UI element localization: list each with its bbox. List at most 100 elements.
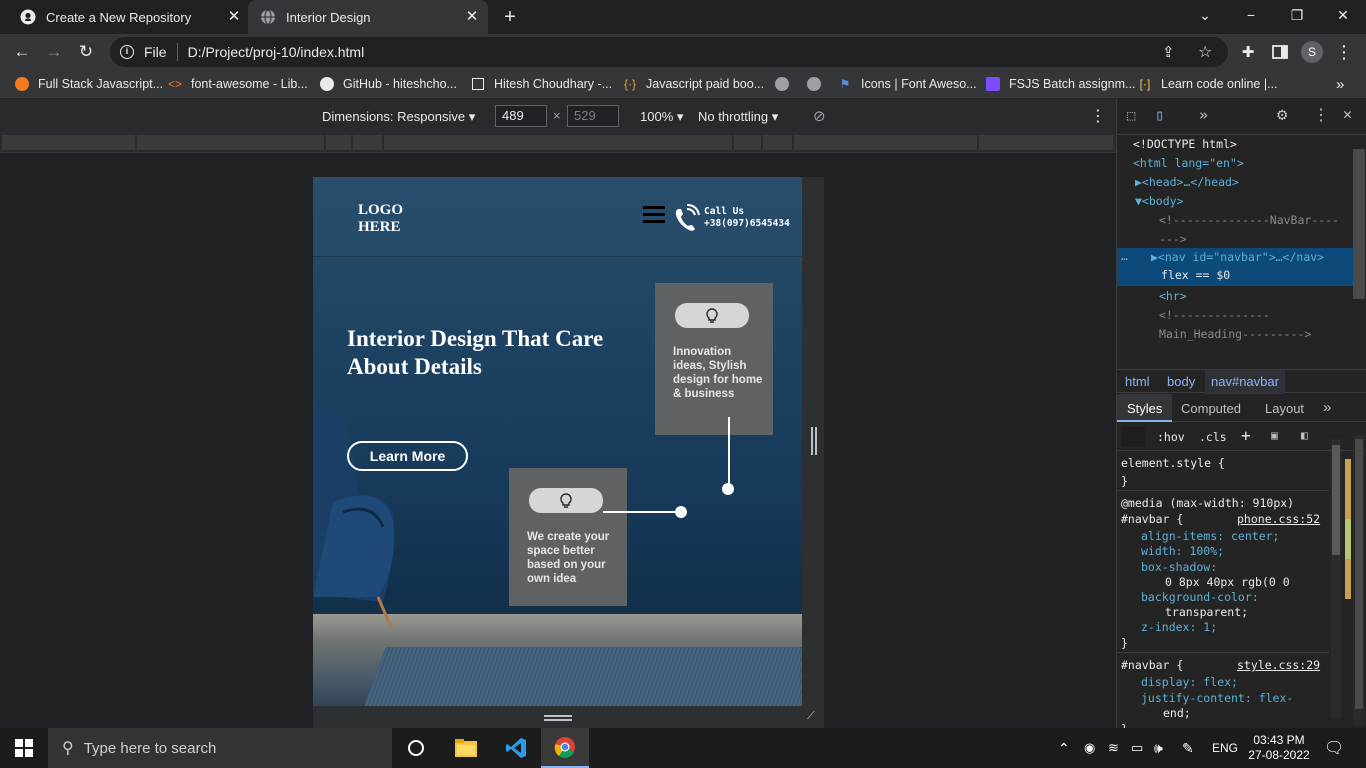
- breadcrumb-item[interactable]: nav#navbar: [1205, 370, 1285, 394]
- bookmark-item[interactable]: Hitesh Choudhary -...: [470, 75, 612, 93]
- file-explorer-icon[interactable]: [442, 728, 490, 768]
- tab-layout[interactable]: Layout: [1265, 401, 1304, 416]
- breadcrumb-item[interactable]: body: [1167, 374, 1195, 389]
- share-icon[interactable]: ⇪: [1162, 43, 1175, 61]
- device-menu-kebab-icon[interactable]: ⋮: [1090, 106, 1106, 126]
- vscode-icon[interactable]: [492, 728, 540, 768]
- menu-kebab-icon[interactable]: ⋮: [1330, 38, 1358, 66]
- dom-node[interactable]: <!DOCTYPE html>: [1133, 137, 1237, 151]
- clock[interactable]: 03:43 PM 27-08-2022: [1248, 728, 1310, 768]
- styles-scrollbar[interactable]: [1331, 439, 1341, 719]
- call-us-block[interactable]: Call Us +38(097)6545434: [704, 206, 790, 230]
- tab-styles[interactable]: Styles: [1117, 394, 1173, 422]
- close-tab-icon[interactable]: ✕: [226, 9, 242, 25]
- notifications-icon[interactable]: 🗨: [1324, 728, 1344, 768]
- more-tabs-icon[interactable]: »: [1199, 106, 1208, 124]
- paint-icon[interactable]: ▣: [1271, 428, 1278, 442]
- avatar[interactable]: S: [1298, 38, 1326, 66]
- new-rule-button[interactable]: +: [1241, 426, 1251, 445]
- style-declaration[interactable]: justify-content: flex-: [1141, 691, 1293, 705]
- bookmark-item[interactable]: FSJS Batch assignm...: [985, 75, 1135, 93]
- style-selector[interactable]: #navbar {: [1121, 658, 1183, 672]
- dom-node[interactable]: <!--------------NavBar----: [1159, 213, 1339, 227]
- address-bar[interactable]: i File D:/Project/proj-10/index.html ⇪ ☆: [110, 37, 1228, 67]
- devtools-menu-kebab-icon[interactable]: ⋮: [1313, 105, 1329, 124]
- battery-icon[interactable]: ▭: [1131, 728, 1143, 768]
- selected-dom-node[interactable]: … ▶<nav id="navbar">…</nav> flex == $0: [1117, 248, 1353, 286]
- dom-node[interactable]: ▼<body>: [1135, 194, 1183, 208]
- close-tab-icon[interactable]: ✕: [464, 9, 480, 25]
- zoom-dropdown[interactable]: 100% ▾: [640, 109, 683, 125]
- breadcrumb-item[interactable]: html: [1125, 374, 1150, 389]
- dom-tree[interactable]: <!DOCTYPE html> <html lang="en"> ▶<head>…: [1117, 135, 1353, 349]
- volume-icon[interactable]: 🕪: [1154, 728, 1163, 768]
- logo[interactable]: LOGO HERE: [358, 202, 403, 236]
- bookmark-item[interactable]: [·] Learn code online |...: [1137, 75, 1278, 93]
- bookmark-item[interactable]: ⚑ Icons | Font Aweso...: [837, 75, 977, 93]
- dom-node[interactable]: ▶<head>…</head>: [1135, 175, 1239, 189]
- forward-arrow-icon[interactable]: →: [40, 38, 68, 66]
- ruler-segment[interactable]: [734, 135, 762, 150]
- sidebar-toggle-icon[interactable]: ◧: [1301, 428, 1308, 442]
- throttling-dropdown[interactable]: No throttling ▾: [698, 109, 778, 125]
- taskbar-search-box[interactable]: ⚲ Type here to search: [48, 728, 392, 768]
- inspect-element-icon[interactable]: ⬚: [1127, 108, 1135, 124]
- bookmarks-overflow-button[interactable]: »: [1336, 75, 1344, 93]
- dom-node[interactable]: <html lang="en">: [1133, 156, 1244, 170]
- dom-node[interactable]: <!--------------: [1159, 308, 1270, 322]
- bookmark-item[interactable]: <> font-awesome - Lib...: [167, 75, 308, 93]
- chrome-icon[interactable]: [541, 728, 589, 768]
- styles-outer-scrollbar[interactable]: [1353, 435, 1365, 725]
- side-panel-icon[interactable]: [1266, 38, 1294, 66]
- rotate-icon[interactable]: ⊘: [813, 107, 826, 125]
- language-indicator[interactable]: ENG: [1212, 728, 1238, 768]
- style-value[interactable]: end;: [1163, 706, 1191, 720]
- meet-now-icon[interactable]: ◉: [1084, 728, 1095, 768]
- ruler-segment[interactable]: [763, 135, 793, 150]
- style-line[interactable]: element.style {: [1121, 456, 1225, 470]
- ruler-segment[interactable]: [326, 135, 352, 150]
- ruler-segment[interactable]: [137, 135, 325, 150]
- maximize-button[interactable]: ❐: [1274, 0, 1320, 30]
- style-selector[interactable]: #navbar {: [1121, 512, 1183, 526]
- ruler-segment[interactable]: [794, 135, 978, 150]
- source-link[interactable]: phone.css:52: [1237, 512, 1320, 526]
- minimize-button[interactable]: −: [1228, 0, 1274, 30]
- hover-state-button[interactable]: :hov: [1157, 430, 1185, 444]
- viewport-height-input[interactable]: 529: [567, 105, 619, 127]
- new-tab-button[interactable]: +: [499, 6, 521, 28]
- info-icon[interactable]: i: [120, 45, 134, 59]
- filter-input[interactable]: [1121, 427, 1145, 447]
- more-panels-icon[interactable]: »: [1323, 399, 1331, 416]
- ruler-segment[interactable]: [2, 135, 136, 150]
- styles-pane[interactable]: element.style { } @media (max-width: 910…: [1117, 451, 1329, 728]
- style-value[interactable]: 0 8px 40px rgb(0 0: [1165, 575, 1290, 589]
- pen-icon[interactable]: ✎: [1182, 728, 1194, 768]
- close-window-button[interactable]: ✕: [1320, 0, 1366, 30]
- style-declaration[interactable]: width: 100%;: [1141, 544, 1224, 558]
- extensions-puzzle-icon[interactable]: ✚: [1234, 38, 1262, 66]
- bookmark-item[interactable]: Full Stack Javascript...: [14, 75, 163, 93]
- ruler-segment[interactable]: [353, 135, 383, 150]
- tab-computed[interactable]: Computed: [1181, 401, 1241, 416]
- style-value[interactable]: transparent;: [1165, 605, 1248, 619]
- resize-handle-bottom[interactable]: ⟋: [313, 706, 824, 728]
- settings-gear-icon[interactable]: ⚙: [1277, 105, 1287, 125]
- dom-node[interactable]: --->: [1159, 232, 1187, 246]
- tray-overflow-chevron-icon[interactable]: ⌃: [1058, 728, 1070, 768]
- reload-icon[interactable]: ↻: [72, 38, 100, 66]
- resize-handle-right[interactable]: [802, 177, 824, 706]
- dom-node[interactable]: Main_Heading--------->: [1159, 327, 1311, 341]
- url-text[interactable]: D:/Project/proj-10/index.html: [188, 44, 365, 60]
- style-declaration[interactable]: z-index: 1;: [1141, 620, 1217, 634]
- style-declaration[interactable]: display: flex;: [1141, 675, 1238, 689]
- source-link[interactable]: style.css:29: [1237, 658, 1320, 672]
- windows-start-icon[interactable]: [0, 728, 48, 768]
- bookmark-item[interactable]: [806, 75, 830, 93]
- bookmark-star-icon[interactable]: ☆: [1198, 42, 1212, 62]
- viewport-width-input[interactable]: 489: [495, 105, 547, 127]
- close-devtools-icon[interactable]: ✕: [1343, 105, 1352, 123]
- tab-create-repository[interactable]: Create a New Repository ✕: [0, 0, 250, 34]
- tab-search-icon[interactable]: ⌄: [1182, 0, 1228, 30]
- dom-node[interactable]: <hr>: [1159, 289, 1187, 303]
